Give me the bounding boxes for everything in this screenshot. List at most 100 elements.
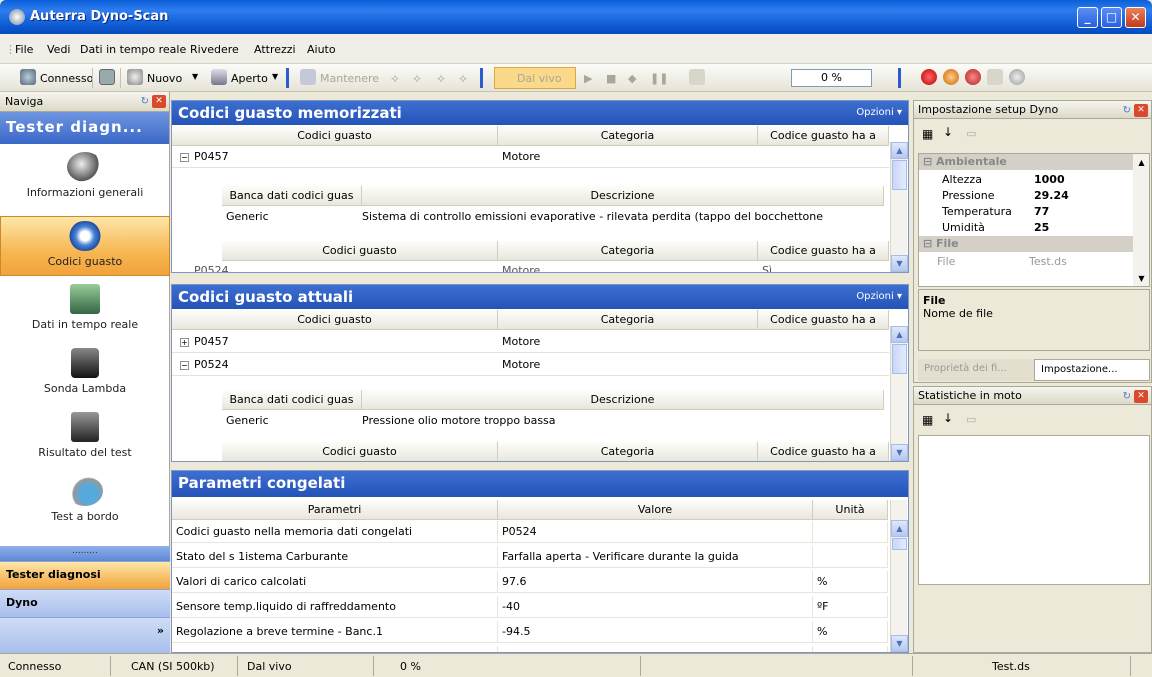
nav-section-dyno[interactable]: Dyno [0,589,170,617]
column-header-code[interactable]: Codici guasto [222,241,498,261]
subcolumn-desc[interactable]: Descrizione [362,186,884,206]
nav-splitter[interactable]: ......... [0,546,170,561]
column-header-has[interactable]: Codice guasto ha a [758,126,889,146]
column-header-param[interactable]: Parametri [172,500,498,520]
category-file[interactable]: ⊟ File [919,236,1133,252]
column-header-code[interactable]: Codici guasto [222,442,498,461]
subcolumn-db[interactable]: Banca dati codici guas [222,390,362,410]
vertical-scrollbar[interactable]: ▲ ▼ [890,500,908,652]
nav-more-button[interactable]: » [0,617,170,653]
nav-section-tester[interactable]: Tester diagnosi [0,561,170,589]
scroll-up-icon[interactable]: ▲ [891,520,908,537]
column-header-unit[interactable]: Unità [813,500,888,520]
menu-realtime[interactable]: Dati in tempo reale [80,43,186,56]
gear-icon[interactable] [1009,69,1025,85]
menu-view[interactable]: Vedi [47,43,70,56]
property-row[interactable]: Umidità 25 [938,220,1138,236]
scroll-up-icon[interactable]: ▲ [891,142,908,159]
subcolumn-desc[interactable]: Descrizione [362,390,884,410]
nav-item-realtime[interactable]: Dati in tempo reale [0,280,170,345]
scroll-up-icon[interactable]: ▲ [1133,154,1149,171]
stats-close-button[interactable]: ✕ [1134,390,1148,403]
options-button[interactable]: Opzioni ▾ [856,107,902,118]
menu-tools[interactable]: Attrezzi [254,43,296,56]
minimize-button[interactable]: _ [1077,7,1098,28]
new-dropdown-icon[interactable]: ▼ [192,72,198,81]
error-icon[interactable] [921,69,937,85]
column-header-category[interactable]: Categoria [498,442,758,461]
tab-settings[interactable]: Impostazione... [1034,359,1150,381]
categorized-icon[interactable]: ▦ [922,127,933,141]
nav-item-info[interactable]: Informazioni generali [0,148,170,213]
open-dropdown-icon[interactable]: ▼ [272,72,278,81]
open-button[interactable]: Aperto [231,72,268,85]
sort-az-icon[interactable]: ↓ [943,125,953,139]
scroll-thumb[interactable] [892,344,907,374]
column-header-value[interactable]: Valore [498,500,813,520]
zoom-out-y-icon[interactable]: ✧ [458,72,468,86]
property-row[interactable]: Temperatura 77 [938,204,1138,220]
categorized-icon[interactable]: ▦ [922,413,933,427]
subcolumn-db[interactable]: Banca dati codici guas [222,186,362,206]
scroll-down-icon[interactable]: ▼ [891,444,908,461]
new-button[interactable]: Nuovo [147,72,182,85]
scroll-down-icon[interactable]: ▼ [891,635,908,652]
printer-icon[interactable] [99,69,115,85]
nav-item-onboard[interactable]: Test a bordo [0,472,170,537]
scroll-thumb[interactable] [892,538,907,550]
column-header-code[interactable]: Codici guasto [172,310,498,330]
collapse-icon[interactable]: − [180,153,189,162]
column-header-code[interactable]: Codici guasto [172,126,498,146]
column-header-has[interactable]: Codice guasto ha a [758,241,889,261]
pin-icon[interactable]: ↻ [1123,105,1131,116]
scroll-down-icon[interactable]: ▼ [891,255,908,272]
maximize-button[interactable]: □ [1101,7,1122,28]
options-button[interactable]: Opzioni ▾ [856,291,902,302]
stop-icon[interactable]: ■ [606,72,616,85]
nav-item-lambda[interactable]: Sonda Lambda [0,344,170,409]
property-pages-icon[interactable]: ▭ [966,413,976,426]
column-header-category[interactable]: Categoria [498,310,758,330]
scroll-up-icon[interactable]: ▲ [891,326,908,343]
close-button[interactable]: ✕ [1125,7,1146,28]
property-row[interactable]: Altezza 1000 [938,172,1138,188]
scroll-down-icon[interactable]: ▼ [1133,270,1149,286]
pin-icon[interactable]: ↻ [1123,391,1131,402]
sort-az-icon[interactable]: ↓ [943,411,953,425]
tab-file-props[interactable]: Proprietà dei fi... [918,359,1034,381]
vertical-scrollbar[interactable]: ▲ ▼ [890,326,908,461]
column-header-has[interactable]: Codice guasto ha a [758,442,889,461]
search-icon[interactable] [965,69,981,85]
document-icon[interactable] [987,69,1003,85]
column-header-category[interactable]: Categoria [498,241,758,261]
connected-button[interactable]: Connesso [40,72,93,85]
expand-icon[interactable]: + [180,338,189,347]
menu-review[interactable]: Rivedere [190,43,239,56]
zoom-in-y-icon[interactable]: ✧ [436,72,446,86]
zoom-in-x-icon[interactable]: ✧ [390,72,400,86]
zoom-out-x-icon[interactable]: ✧ [412,72,422,86]
column-header-category[interactable]: Categoria [498,126,758,146]
nav-item-codes[interactable]: Codici guasto [0,216,170,276]
property-row[interactable]: Pressione 29.24 [938,188,1138,204]
category-ambient[interactable]: ⊟ Ambientale [919,154,1133,170]
column-header-has[interactable]: Codice guasto ha a [758,310,889,330]
pin-icon[interactable]: ↻ [141,96,149,107]
scroll-thumb[interactable] [892,160,907,190]
menu-file[interactable]: File [15,43,33,56]
vertical-scrollbar[interactable]: ▲ ▼ [1133,154,1149,286]
record-icon[interactable]: ◆ [628,72,636,85]
setup-close-button[interactable]: ✕ [1134,104,1148,117]
play-icon[interactable]: ▶ [584,72,592,85]
live-button[interactable]: Dal vivo [494,67,576,89]
menu-help[interactable]: Aiuto [307,43,336,56]
warning-icon[interactable] [943,69,959,85]
nav-close-button[interactable]: ✕ [152,95,166,108]
nav-item-results[interactable]: Risultato del test [0,408,170,473]
collapse-icon[interactable]: − [180,361,189,370]
vertical-scrollbar[interactable]: ▲ ▼ [890,142,908,272]
property-row[interactable]: File Test.ds [933,254,1133,270]
pause-icon[interactable]: ❚❚ [650,72,668,85]
keep-button[interactable]: Mantenere [320,72,379,85]
property-pages-icon[interactable]: ▭ [966,127,976,140]
